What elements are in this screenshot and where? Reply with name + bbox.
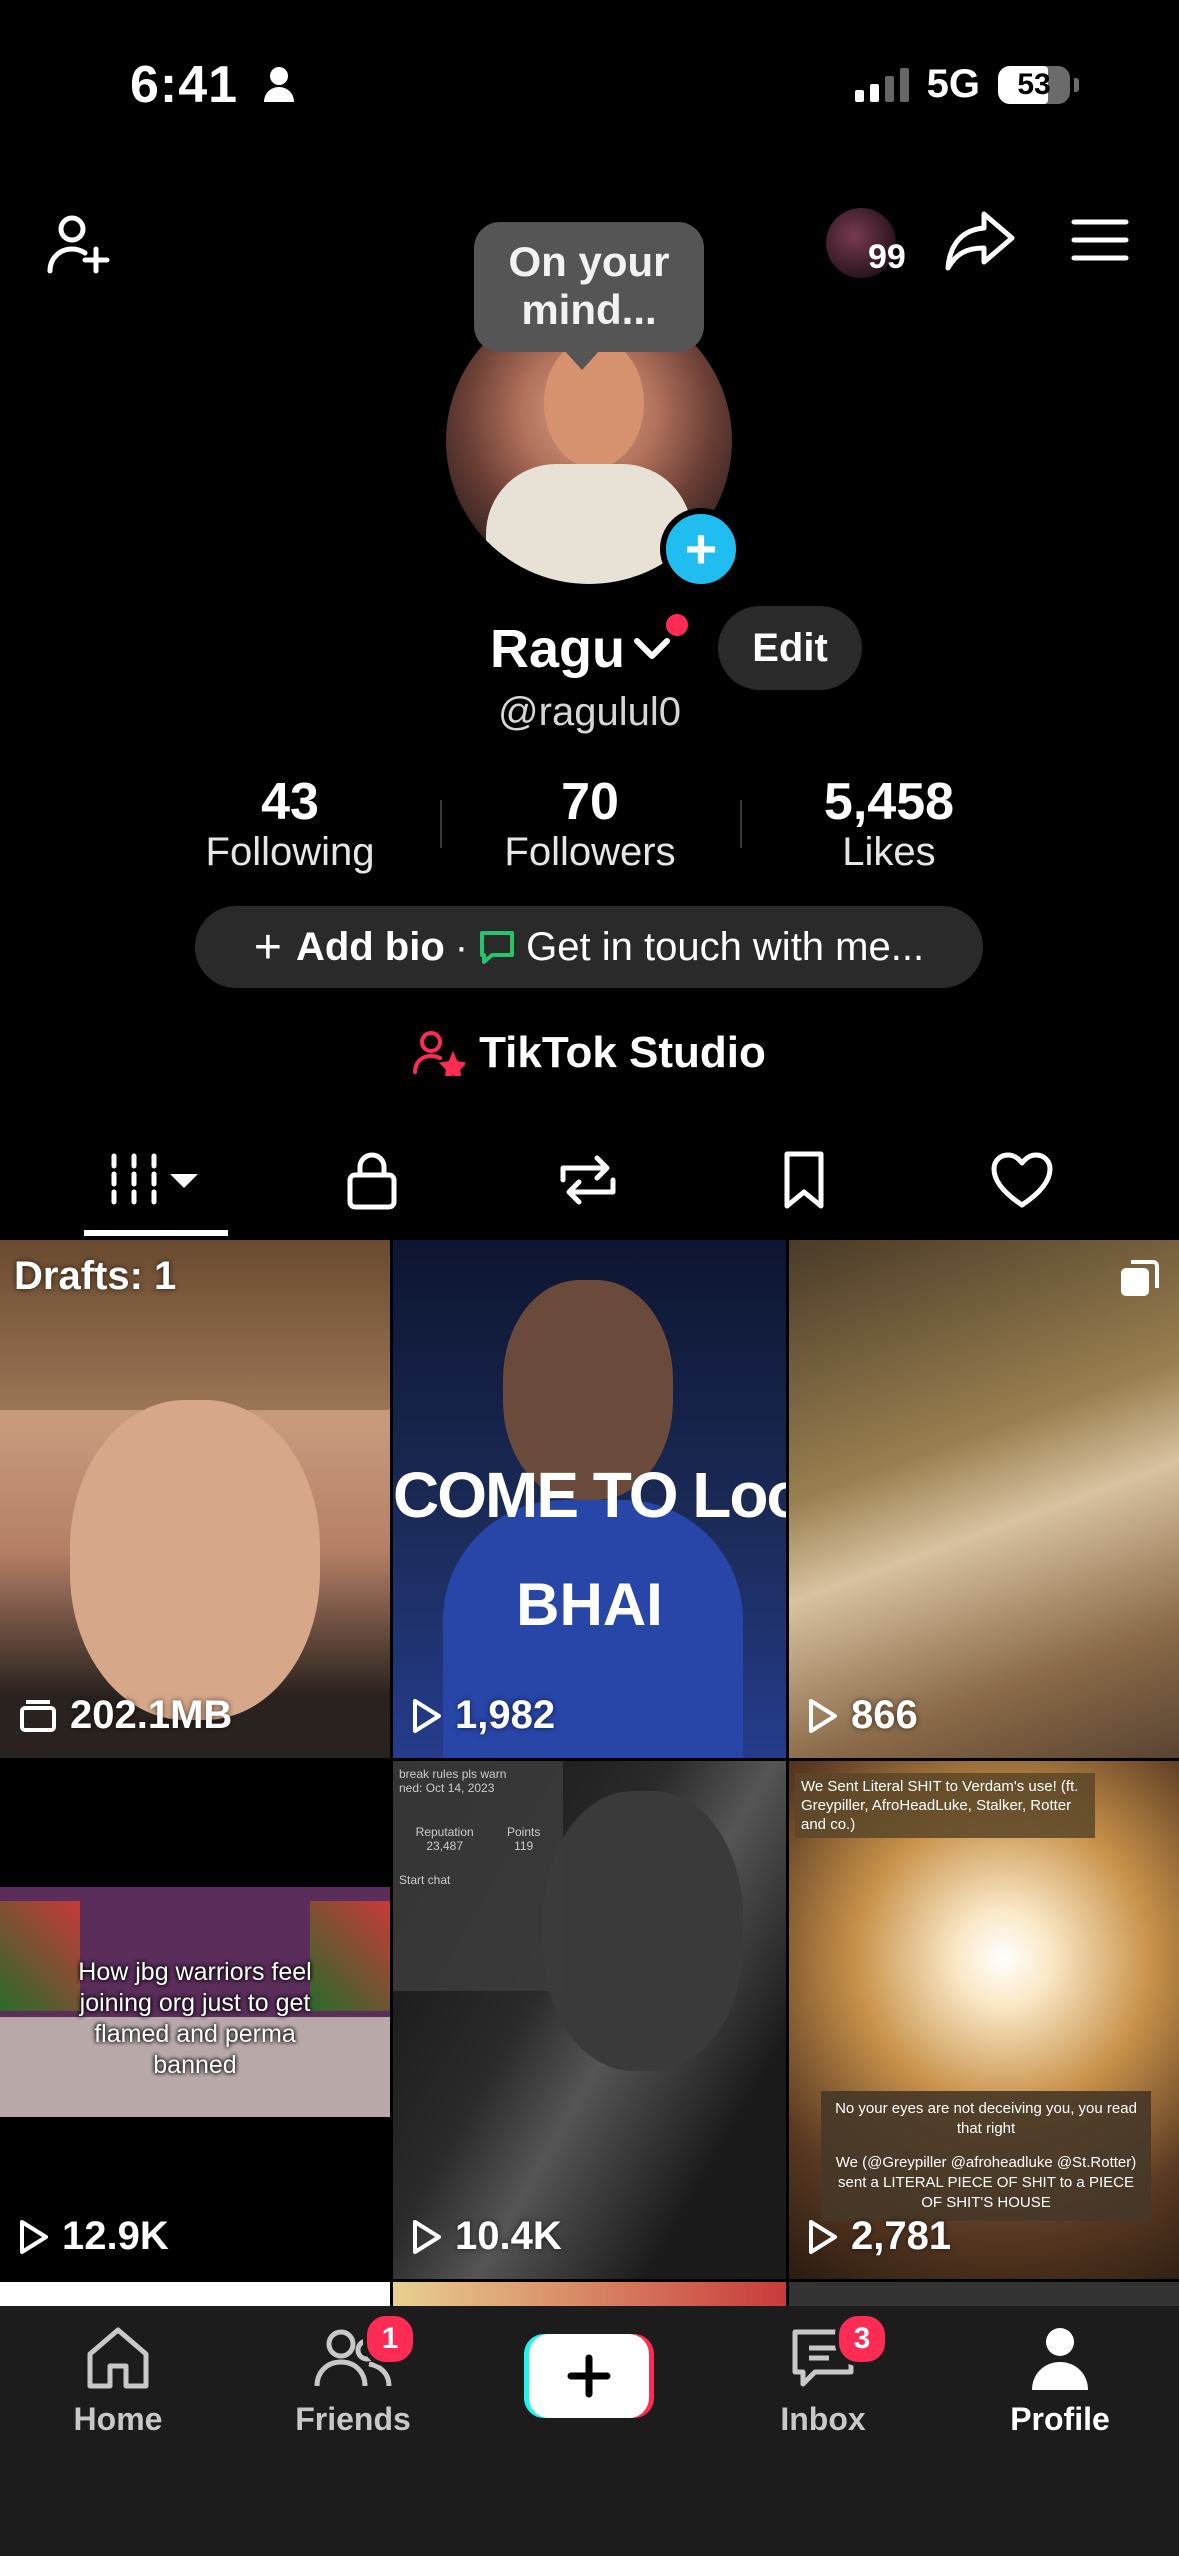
video-thumbnail[interactable]: We Sent Literal SHIT to Verdam's use! (f… <box>789 1761 1179 2279</box>
avatar-add-button[interactable]: + <box>660 508 742 590</box>
thumbnail-caption-box: No your eyes are not deceiving you, you … <box>821 2091 1151 2221</box>
user-handle: @ragulul0 <box>498 690 681 734</box>
nav-home[interactable]: Home <box>28 2324 208 2438</box>
network-label: 5G <box>926 62 980 106</box>
video-count: 12.9K <box>18 2214 169 2259</box>
battery-tip <box>1074 77 1079 92</box>
nav-friends[interactable]: Friends 1 <box>263 2312 443 2438</box>
tab-private[interactable] <box>292 1130 452 1230</box>
stat-followers[interactable]: 70 Followers <box>460 772 720 875</box>
username-switcher[interactable]: Ragu <box>490 618 671 680</box>
status-indicators: 5G 53 <box>854 62 1079 107</box>
content-tabs <box>0 1130 1179 1240</box>
stat-likes[interactable]: 5,458 Likes <box>759 772 1019 875</box>
video-thumbnail[interactable]: How jbg warriors feel joining org just t… <box>0 1761 390 2279</box>
bio-pill[interactable]: + Add bio · Get in touch with me... <box>195 906 983 988</box>
profile-icon <box>1032 2328 1088 2390</box>
chat-bubble-icon <box>480 931 515 964</box>
chevron-down-icon <box>634 638 670 659</box>
video-thumbnail[interactable]: 866 <box>789 1240 1179 1758</box>
share-arrow-icon <box>945 211 1015 271</box>
notification-dot <box>666 614 688 636</box>
studio-label: TikTok Studio <box>479 1028 766 1077</box>
bookmark-icon <box>784 1151 824 1209</box>
video-count: 202.1MB <box>18 1693 232 1738</box>
profile-card-overlay: break rules pls warn ned: Oct 14, 2023 R… <box>393 1761 563 1991</box>
thumbnail-overlay-text: COME TO Looksm <box>393 1459 786 1531</box>
battery-icon: 53 <box>998 65 1070 104</box>
thumbnail-caption: How jbg warriors feel joining org just t… <box>78 1958 312 2079</box>
play-icon <box>809 2219 837 2254</box>
video-thumbnail[interactable]: COME TO Looksm BHAI 1,982 <box>393 1240 786 1758</box>
notification-count: 99 <box>868 238 906 276</box>
play-icon <box>20 2219 48 2254</box>
video-count: 2,781 <box>807 2214 951 2259</box>
heart-icon <box>991 1152 1053 1208</box>
plus-icon: + <box>253 920 282 974</box>
tab-favorites[interactable] <box>724 1130 884 1230</box>
video-count: 866 <box>807 1693 918 1738</box>
home-icon <box>87 2327 149 2389</box>
status-time: 6:41 <box>130 55 296 115</box>
mind-tooltip[interactable]: On your mind... <box>474 222 704 370</box>
contact-label: Get in touch with me... <box>526 924 925 969</box>
play-icon <box>413 1698 441 1733</box>
share-button[interactable] <box>940 200 1020 280</box>
tiktok-studio-link[interactable]: TikTok Studio <box>0 1028 1179 1078</box>
lock-icon <box>347 1152 397 1210</box>
tab-liked[interactable] <box>942 1130 1102 1230</box>
thumbnail-overlay-text: BHAI <box>516 1571 663 1638</box>
inbox-badge: 3 <box>835 2312 889 2366</box>
play-icon <box>809 1698 837 1733</box>
stat-divider <box>440 800 442 848</box>
friends-badge: 1 <box>363 2312 417 2366</box>
video-count: 10.4K <box>411 2214 562 2259</box>
edit-profile-button[interactable]: Edit <box>718 606 862 690</box>
thumbnail-headline: We Sent Literal SHIT to Verdam's use! (f… <box>795 1773 1095 1838</box>
multi-photo-icon <box>1121 1260 1159 1296</box>
grid-columns-icon <box>111 1153 198 1207</box>
add-friend-button[interactable] <box>40 205 120 285</box>
signal-icon <box>854 67 909 102</box>
hamburger-icon <box>1071 219 1129 261</box>
tab-reposts[interactable] <box>508 1130 668 1230</box>
stat-divider <box>740 800 742 848</box>
stat-following[interactable]: 43 Following <box>160 772 420 875</box>
drafts-tray-icon <box>20 1699 56 1732</box>
draft-video-thumbnail[interactable]: Drafts: 1 202.1MB <box>0 1240 390 1758</box>
repost-icon <box>560 1155 616 1205</box>
plus-icon <box>529 2334 649 2418</box>
add-bio-label: Add bio <box>295 924 445 969</box>
separator: · <box>454 924 469 969</box>
play-icon <box>413 2219 441 2254</box>
nav-profile[interactable]: Profile <box>970 2324 1150 2438</box>
username: Ragu <box>490 619 625 679</box>
menu-button[interactable] <box>1060 200 1140 280</box>
notifications-avatar-button[interactable]: 99 <box>822 206 922 286</box>
nav-inbox[interactable]: Inbox 3 <box>733 2312 913 2438</box>
drafts-label: Drafts: 1 <box>14 1254 177 1298</box>
video-thumbnail[interactable]: break rules pls warn ned: Oct 14, 2023 R… <box>393 1761 786 2279</box>
add-person-icon <box>47 215 110 274</box>
create-button[interactable] <box>524 2334 654 2418</box>
active-tab-indicator <box>84 1230 228 1236</box>
person-icon <box>263 67 294 102</box>
studio-person-star-icon <box>413 1031 466 1076</box>
video-count: 1,982 <box>411 1693 555 1738</box>
tab-videos[interactable] <box>76 1130 236 1230</box>
